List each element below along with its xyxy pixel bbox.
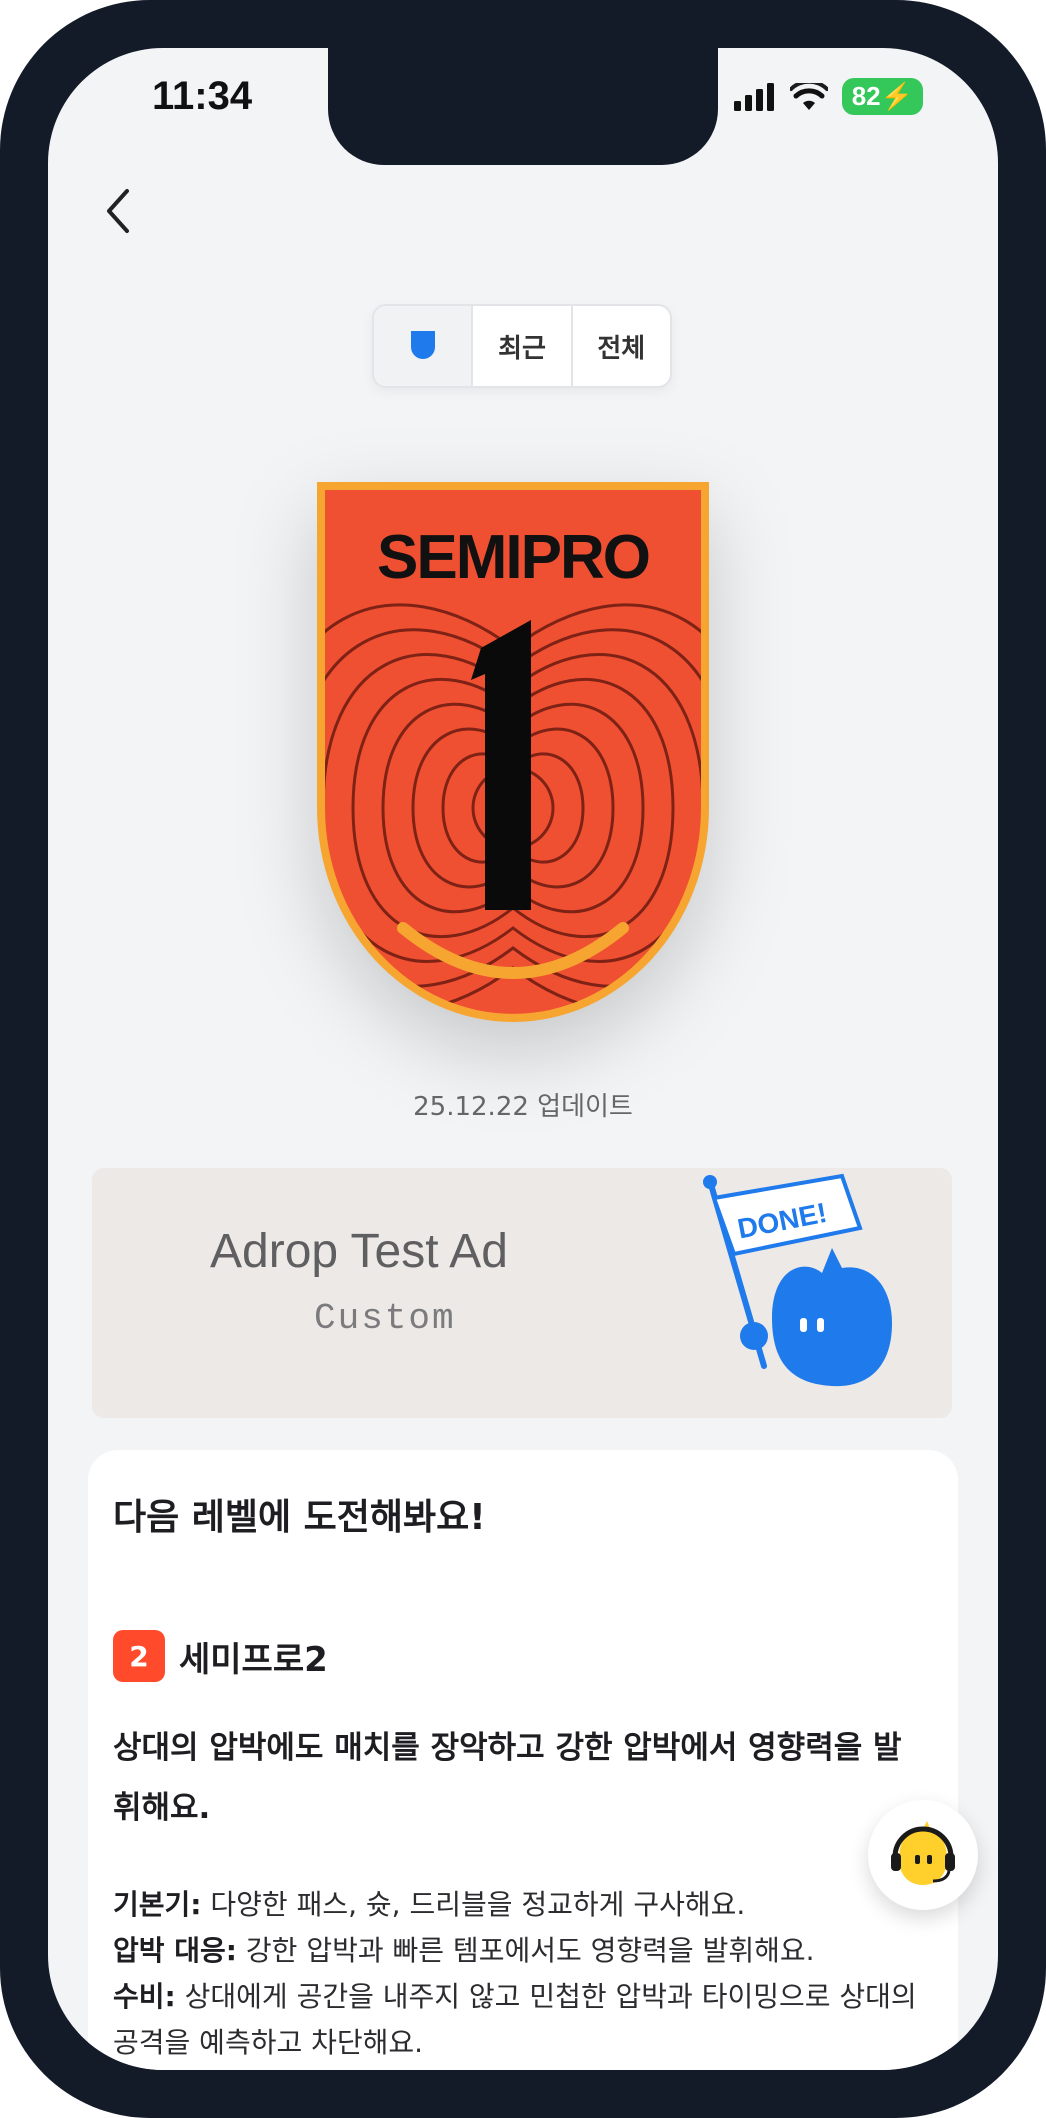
shield-icon [410,331,435,359]
level-number-badge: 2 [113,1630,165,1682]
skill-item: 수비: 상대에게 공간을 내주지 않고 민첩한 압박과 타이밍으로 상대의 공격… [113,1974,933,2066]
level-description: 상대의 압박에도 매치를 장악하고 강한 압박에서 영향력을 발휘해요. [113,1730,902,1826]
tab-badge[interactable] [374,306,472,386]
done-mascot-illustration: DONE! [703,1173,892,1387]
tab-all[interactable]: 전체 [570,306,670,386]
skill-text: 다양한 패스, 슛, 드리블을 정교하게 구사해요. [210,1888,746,1921]
filter-tabs: 최근 전체 [372,304,672,388]
tab-recent[interactable]: 최근 [471,306,570,386]
chevron-left-icon [107,189,129,233]
skill-text: 강한 압박과 빠른 템포에서도 영향력을 발휘해요. [245,1934,815,1967]
screen: 11:34 82⚡ 최근 전체 SEMIPRO 25.12.22 업데이트 Ad… [48,48,998,2070]
skill-list: 기본기: 다양한 패스, 슛, 드리블을 정교하게 구사해요. 압박 대응: 강… [113,1882,933,2066]
level-name: 세미프로2 [179,1639,328,1680]
ad-subtitle: Custom [314,1298,456,1339]
status-icons: 82⚡ [733,78,923,115]
semipro-badge-emblem: SEMIPRO [317,482,709,1022]
battery-indicator: 82⚡ [841,78,923,115]
phone-frame: 11:34 82⚡ 최근 전체 SEMIPRO 25.12.22 업데이트 Ad… [0,0,1046,2118]
level-badge: SEMIPRO [313,478,713,1038]
skill-text: 상대에게 공간을 내주지 않고 민첩한 압박과 타이밍으로 상대의 공격을 예측… [113,1980,917,2059]
skill-item: 압박 대응: 강한 압박과 빠른 템포에서도 영향력을 발휘해요. [113,1928,933,1974]
battery-level: 82 [851,81,881,111]
ad-title: Adrop Test Ad [210,1225,508,1278]
update-date: 25.12.22 업데이트 [413,1092,633,1122]
next-level-heading: 다음 레벨에 도전해봐요! [113,1497,486,1538]
wifi-icon [789,82,828,110]
badge-title: SEMIPRO [377,523,649,592]
ad-banner[interactable]: Adrop Test Ad Custom DONE! [92,1168,952,1418]
status-time: 11:34 [152,74,253,118]
signal-icon [733,82,774,111]
level-title-row: 2 세미프로2 [113,1630,328,1682]
headset-mascot-icon [891,1821,955,1885]
next-level-card: 다음 레벨에 도전해봐요! 2 세미프로2 상대의 압박에도 매치를 장악하고 … [88,1450,958,2070]
back-button[interactable] [88,176,148,246]
skill-label: 수비: [113,1980,176,2013]
skill-item: 기본기: 다양한 패스, 슛, 드리블을 정교하게 구사해요. [113,1882,933,1928]
charging-icon: ⚡ [880,81,913,111]
skill-label: 압박 대응: [113,1934,237,1967]
notch [328,48,718,165]
support-chat-button[interactable] [868,1800,978,1910]
skill-label: 기본기: [113,1888,202,1921]
